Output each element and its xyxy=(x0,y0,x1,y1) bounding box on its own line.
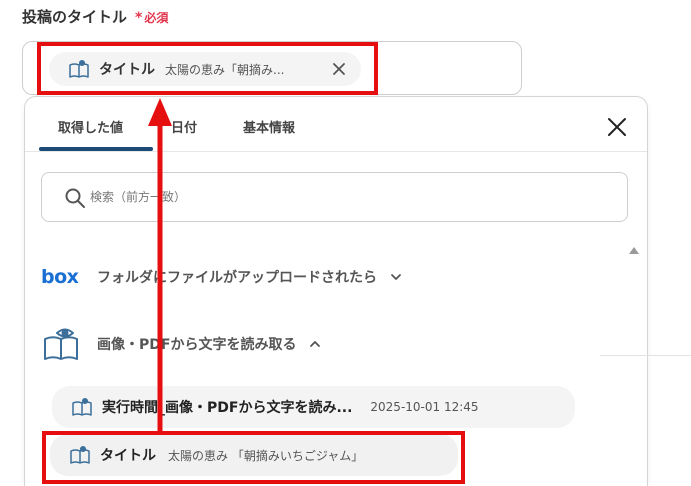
search-field[interactable] xyxy=(41,172,628,222)
tab-date[interactable]: 日付 xyxy=(171,117,197,136)
ocr-book-eye-icon xyxy=(44,328,78,360)
group-box-upload[interactable]: box フォルダにファイルがアップロードされたら xyxy=(41,260,403,294)
list-item[interactable]: 実行時間_画像・PDFから文字を読み... 2025-10-01 12:45 xyxy=(52,386,575,428)
screen: 投稿のタイトル * 必須 タイトル 太陽の恵み「朝摘み... 取得した値 日付 基本… xyxy=(0,0,691,486)
list-item[interactable]: タイトル 太陽の恵み 「朝摘みいちごジャム」 xyxy=(50,434,458,476)
open-book-eye-icon xyxy=(69,59,89,78)
chevron-down-icon xyxy=(391,274,401,280)
chip-name: タイトル xyxy=(99,62,155,78)
open-book-eye-icon xyxy=(70,445,90,464)
group-label: 画像・PDFから文字を読み取る xyxy=(97,337,297,353)
box-logo: box xyxy=(41,266,79,288)
close-icon[interactable] xyxy=(331,61,347,77)
list-item-name: タイトル xyxy=(100,448,156,464)
title-field[interactable]: タイトル 太陽の恵み「朝摘み... xyxy=(22,41,522,95)
open-book-eye-icon xyxy=(72,397,92,416)
list-item-name: 実行時間_画像・PDFから文字を読み... xyxy=(102,400,353,416)
tab-acquired-values[interactable]: 取得した値 xyxy=(58,117,123,136)
close-icon[interactable] xyxy=(606,116,628,138)
scroll-up-arrow[interactable] xyxy=(629,247,639,254)
search-input[interactable] xyxy=(90,185,610,209)
field-label-text: 投稿のタイトル xyxy=(22,8,128,26)
chip-value: 太陽の恵み「朝摘み... xyxy=(165,62,285,77)
tab-bar: 取得した値 日付 基本情報 xyxy=(25,97,647,152)
group-label: フォルダにファイルがアップロードされたら xyxy=(97,270,377,286)
search-icon xyxy=(65,188,85,208)
divider xyxy=(600,355,691,356)
tab-basic-info[interactable]: 基本情報 xyxy=(243,117,295,136)
required-mark: * xyxy=(135,10,143,26)
field-label: 投稿のタイトル * 必須 xyxy=(22,6,168,27)
group-ocr[interactable]: 画像・PDFから文字を読み取る xyxy=(41,327,322,361)
required-text: 必須 xyxy=(144,11,169,25)
list-item-value: 太陽の恵み 「朝摘みいちごジャム」 xyxy=(168,448,364,463)
selected-value-chip[interactable]: タイトル 太陽の恵み「朝摘み... xyxy=(49,52,361,86)
active-tab-indicator xyxy=(39,147,153,151)
list-item-value: 2025-10-01 12:45 xyxy=(370,400,479,414)
chevron-up-icon xyxy=(310,341,321,347)
